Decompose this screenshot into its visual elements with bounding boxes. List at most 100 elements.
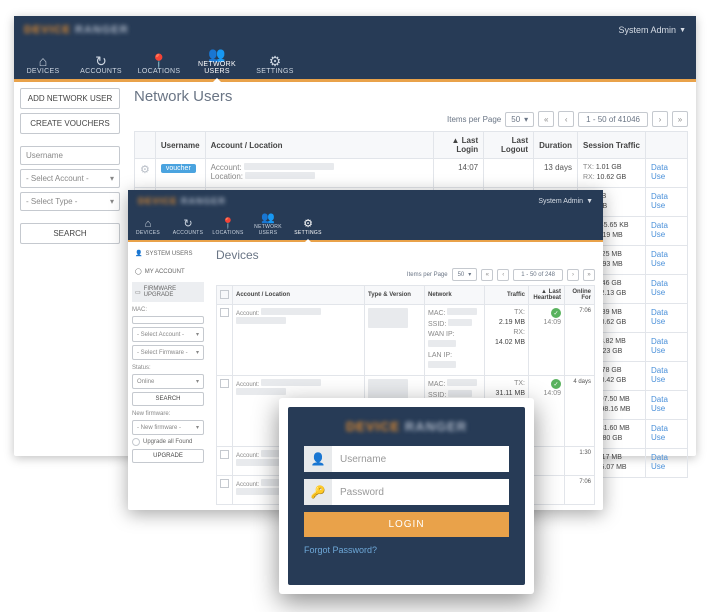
account-select[interactable]: - Select Account -▾ <box>20 169 120 188</box>
sidebar-system-users[interactable]: 👤SYSTEM USERS <box>132 246 204 261</box>
forgot-password-link[interactable]: Forgot Password? <box>304 545 509 555</box>
new-firmware-select[interactable]: - New firmware -▾ <box>132 420 204 435</box>
data-use-link[interactable]: Data Use <box>651 366 668 384</box>
per-page-select[interactable]: 50▾ <box>505 112 534 127</box>
col-last-login[interactable]: ▲ Last Login <box>434 132 484 159</box>
gear-icon: ⚙ <box>246 54 304 68</box>
data-use-link[interactable]: Data Use <box>651 337 668 355</box>
user-menu[interactable]: System Admin▼ <box>538 198 593 205</box>
add-network-user-button[interactable]: ADD NETWORK USER <box>20 88 120 109</box>
login-button[interactable]: LOGIN <box>304 512 509 537</box>
chevron-down-icon: ▾ <box>110 197 114 206</box>
mac-input[interactable] <box>132 316 204 324</box>
mac-label: MAC: <box>132 307 204 313</box>
account-select[interactable]: - Select Account -▾ <box>132 327 204 342</box>
nav-locations[interactable]: 📍LOCATIONS <box>130 54 188 79</box>
row-checkbox[interactable] <box>220 379 229 388</box>
data-use-link[interactable]: Data Use <box>651 279 668 297</box>
search-button[interactable]: SEARCH <box>20 223 120 244</box>
data-use-link[interactable]: Data Use <box>651 395 668 413</box>
user-icon: 👤 <box>304 446 332 472</box>
search-button[interactable]: SEARCH <box>132 392 204 406</box>
nav-accounts[interactable]: ↻ACCOUNTS <box>168 219 208 240</box>
col-network[interactable]: Network <box>425 286 485 305</box>
username-input[interactable]: Username <box>20 146 120 165</box>
select-all-checkbox[interactable] <box>220 290 229 299</box>
data-use-link[interactable]: Data Use <box>651 221 668 239</box>
page-title: Devices <box>216 248 595 262</box>
per-page-label: Items per Page <box>447 115 501 124</box>
user-menu[interactable]: System Admin▼ <box>619 25 686 35</box>
sidebar-firmware-upgrade[interactable]: ▭FIRMWARE UPGRADE <box>132 282 204 302</box>
data-use-link[interactable]: Data Use <box>651 163 668 181</box>
page-last-button[interactable]: » <box>672 111 688 127</box>
page-range: 1 - 50 of 248 <box>513 269 563 281</box>
chevron-down-icon: ▼ <box>586 198 593 205</box>
upgrade-button[interactable]: UPGRADE <box>132 449 204 463</box>
col-username[interactable]: Username <box>155 132 205 159</box>
login-form: DEVICE RANGER 👤 Username 🔑 Password LOGI… <box>288 407 525 585</box>
page-first-button[interactable]: « <box>481 269 493 281</box>
data-use-link[interactable]: Data Use <box>651 308 668 326</box>
data-use-link[interactable]: Data Use <box>651 453 668 471</box>
nav-devices[interactable]: ⌂DEVICES <box>128 219 168 240</box>
login-panel: DEVICE RANGER 👤 Username 🔑 Password LOGI… <box>279 398 534 594</box>
brand-logo: DEVICE RANGER <box>24 24 129 36</box>
row-checkbox[interactable] <box>220 308 229 317</box>
nav-network-users[interactable]: 👥NETWORK USERS <box>188 47 246 79</box>
page-range: 1 - 50 of 41046 <box>578 112 648 127</box>
page-title: Network Users <box>134 88 688 105</box>
nav-locations[interactable]: 📍LOCATIONS <box>208 219 248 240</box>
type-select[interactable]: - Select Type -▾ <box>20 192 120 211</box>
brand-logo: DEVICE RANGER <box>304 419 509 434</box>
status-select[interactable]: Online▾ <box>132 374 204 389</box>
key-icon: 🔑 <box>304 479 332 505</box>
firmware-select[interactable]: - Select Firmware -▾ <box>132 345 204 360</box>
ok-icon: ✓ <box>551 379 561 389</box>
data-use-link[interactable]: Data Use <box>651 250 668 268</box>
header-bar: DEVICE RANGER System Admin▼ <box>128 190 603 212</box>
pagination-toolbar: Items per Page 50▾ « ‹ 1 - 50 of 41046 ›… <box>134 111 688 127</box>
col-type[interactable]: Type & Version <box>365 286 425 305</box>
table-row: Account: MAC: SSID: WAN IP: LAN IP: TX:2… <box>217 305 595 376</box>
data-use-link[interactable]: Data Use <box>651 192 668 210</box>
col-duration[interactable]: Duration <box>534 132 578 159</box>
data-use-link[interactable]: Data Use <box>651 424 668 442</box>
chevron-down-icon: ▾ <box>524 115 528 124</box>
col-account[interactable]: Account / Location <box>205 132 434 159</box>
page-prev-button[interactable]: ‹ <box>497 269 509 281</box>
drive-icon: ▭ <box>135 289 141 296</box>
gear-icon[interactable]: ⚙ <box>140 164 150 176</box>
col-account[interactable]: Account / Location <box>233 286 365 305</box>
per-page-select[interactable]: 50▾ <box>452 268 478 281</box>
page-first-button[interactable]: « <box>538 111 554 127</box>
page-next-button[interactable]: › <box>567 269 579 281</box>
col-online[interactable]: Online For <box>565 286 595 305</box>
nav-accounts[interactable]: ↻ACCOUNTS <box>72 54 130 79</box>
col-heartbeat[interactable]: ▲ Last Heartbeat <box>529 286 565 305</box>
username-field[interactable]: 👤 Username <box>304 446 509 472</box>
nav-settings[interactable]: ⚙SETTINGS <box>288 219 328 240</box>
password-field[interactable]: 🔑 Password <box>304 479 509 505</box>
row-checkbox[interactable] <box>220 479 229 488</box>
users-icon: 👥 <box>188 47 246 61</box>
circle-icon: ◯ <box>135 268 142 275</box>
page-next-button[interactable]: › <box>652 111 668 127</box>
page-prev-button[interactable]: ‹ <box>558 111 574 127</box>
chevron-down-icon: ▼ <box>679 27 686 34</box>
chevron-down-icon: ▾ <box>110 174 114 183</box>
create-vouchers-button[interactable]: CREATE VOUCHERS <box>20 113 120 134</box>
row-checkbox[interactable] <box>220 450 229 459</box>
brand-logo: DEVICE RANGER <box>138 196 226 206</box>
upgrade-all-radio[interactable] <box>132 438 140 446</box>
sidebar-my-account[interactable]: ◯MY ACCOUNT <box>132 264 204 279</box>
page-last-button[interactable]: » <box>583 269 595 281</box>
nav-devices[interactable]: ⌂DEVICES <box>14 54 72 79</box>
nav-network-users[interactable]: 👥NETWORK USERS <box>248 213 288 240</box>
col-traffic[interactable]: Traffic <box>485 286 529 305</box>
nav-settings[interactable]: ⚙SETTINGS <box>246 54 304 79</box>
pin-icon: 📍 <box>130 54 188 68</box>
user-icon: 👤 <box>135 250 142 257</box>
col-traffic[interactable]: Session Traffic <box>578 132 646 159</box>
col-last-logout[interactable]: Last Logout <box>484 132 534 159</box>
